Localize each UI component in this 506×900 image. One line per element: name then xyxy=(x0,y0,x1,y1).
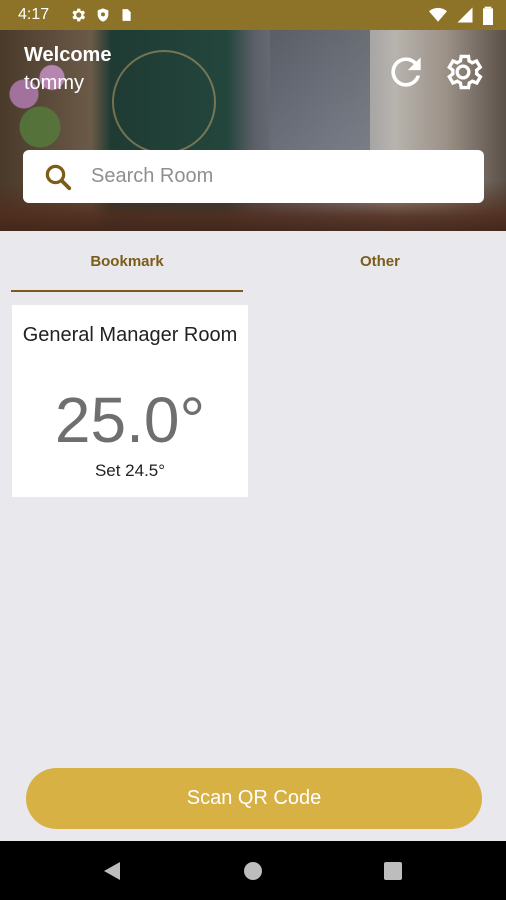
room-name: General Manager Room xyxy=(22,324,238,346)
room-card[interactable]: General Manager Room 25.0° Set 24.5° xyxy=(12,305,248,497)
header-banner: Welcome tommy xyxy=(0,30,506,231)
status-time: 4:17 xyxy=(18,6,50,23)
scan-qr-button[interactable]: Scan QR Code xyxy=(26,768,482,829)
tab-other-label: Other xyxy=(359,252,400,270)
refresh-icon[interactable] xyxy=(384,50,428,94)
status-bar: 4:17 xyxy=(0,0,506,30)
signal-icon xyxy=(457,7,473,23)
tab-other[interactable]: Other xyxy=(262,231,498,291)
home-icon[interactable] xyxy=(244,862,262,880)
username-label: tommy xyxy=(24,72,84,94)
shield-icon xyxy=(97,8,109,22)
search-input[interactable] xyxy=(89,164,453,189)
tab-bar: Bookmark Other xyxy=(0,231,506,293)
room-setpoint: Set 24.5° xyxy=(94,461,166,480)
recents-icon[interactable] xyxy=(384,862,402,880)
wifi-icon xyxy=(429,7,447,22)
settings-icon[interactable] xyxy=(441,50,485,94)
sd-card-icon xyxy=(122,9,131,21)
welcome-label: Welcome xyxy=(24,44,112,66)
system-nav-bar xyxy=(0,841,506,900)
tab-bookmark[interactable]: Bookmark xyxy=(11,231,243,291)
search-bar[interactable] xyxy=(23,150,484,203)
tab-indicator xyxy=(11,290,243,292)
decor-logo xyxy=(112,50,216,154)
search-icon xyxy=(45,164,72,190)
gear-icon xyxy=(72,8,86,22)
tab-bookmark-label: Bookmark xyxy=(90,252,164,270)
battery-icon xyxy=(483,6,493,25)
back-icon[interactable] xyxy=(102,861,122,881)
room-temperature: 25.0° xyxy=(54,384,206,456)
